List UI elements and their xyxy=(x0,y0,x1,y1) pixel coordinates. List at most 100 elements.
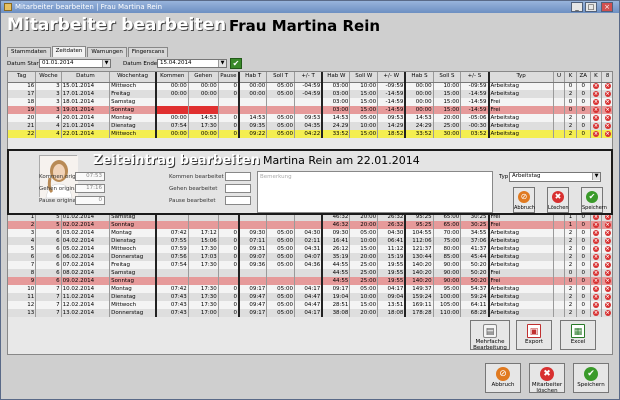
row-delete-button[interactable]: × xyxy=(590,90,603,98)
save-button[interactable]: ✔ Speichern xyxy=(573,363,609,393)
row-delete-button[interactable]: × xyxy=(590,106,603,114)
maximize-button[interactable]: □ xyxy=(585,2,597,12)
export-button[interactable]: ▣ Export xyxy=(516,320,552,350)
row-delete-button[interactable]: × xyxy=(590,245,603,253)
tab-stammdaten[interactable]: Stammdaten xyxy=(7,47,51,57)
row-delete-button[interactable]: × xyxy=(590,98,603,106)
row-delete-button[interactable]: × xyxy=(590,277,603,285)
delete-employee-button[interactable]: ✖ Mitarbeiter löschen xyxy=(529,363,565,394)
row-remove-button[interactable]: × xyxy=(601,229,612,237)
row-remove-button[interactable]: × xyxy=(601,90,612,98)
row-remove-button[interactable]: × xyxy=(601,82,612,90)
row-remove-button[interactable]: × xyxy=(601,221,612,229)
table-row[interactable]: 5 6 05.02.2014 Mittwoch 07:59 17:30 0 09:31 05:0… xyxy=(8,245,612,253)
row-delete-button[interactable]: × xyxy=(590,82,603,90)
table-row[interactable]: 21 4 21.01.2014 Dienstag 07:54 17:30 0 09:35 05:… xyxy=(8,122,612,130)
column-header[interactable]: Hab W xyxy=(321,72,351,83)
pause-edit-field[interactable] xyxy=(225,196,251,205)
note-textarea[interactable]: Bemerkung xyxy=(257,171,493,213)
column-header[interactable]: +/- S xyxy=(460,72,490,83)
row-delete-button[interactable]: × xyxy=(590,261,603,269)
row-delete-button[interactable]: × xyxy=(590,237,603,245)
row-delete-button[interactable]: × xyxy=(590,293,603,301)
column-header[interactable]: Soll T xyxy=(266,72,295,83)
editor-delete-button[interactable]: ✖ Löschen xyxy=(547,187,569,213)
table-row[interactable]: 20 4 20.01.2014 Montag 00:00 14:53 0 14:53 05:00… xyxy=(8,114,612,122)
editor-cancel-button[interactable]: ⊘ Abbruch xyxy=(513,187,535,213)
column-header[interactable]: Soll S xyxy=(433,72,462,83)
row-delete-button[interactable]: × xyxy=(590,114,603,122)
table-row[interactable]: 17 3 17.01.2014 Freitag 00:00 00:00 0 00:00 05:0… xyxy=(8,90,612,98)
column-header[interactable]: Kommen xyxy=(154,72,189,83)
table-row[interactable]: 12 7 12.02.2014 Mittwoch 07:43 17:30 0 09:47 05:… xyxy=(8,301,612,309)
table-row[interactable]: 8 6 08.02.2014 Samstag 44:55 25:00 19:55 140:20… xyxy=(8,269,612,277)
column-header[interactable]: ZA xyxy=(576,72,591,83)
row-remove-button[interactable]: × xyxy=(601,130,612,138)
row-delete-button[interactable]: × xyxy=(590,301,603,309)
column-header[interactable]: K xyxy=(564,72,577,83)
row-remove-button[interactable]: × xyxy=(601,277,612,285)
column-header[interactable]: Typ xyxy=(487,72,554,83)
row-remove-button[interactable]: × xyxy=(601,253,612,261)
table-row[interactable]: 3 6 03.02.2014 Montag 07:42 17:12 0 09:30 05:00 0… xyxy=(8,229,612,237)
table-row[interactable]: 4 6 04.02.2014 Dienstag 07:55 15:06 0 07:11 05:0… xyxy=(8,237,612,245)
row-remove-button[interactable]: × xyxy=(601,293,612,301)
table-row[interactable]: 6 6 06.02.2014 Donnerstag 07:56 17:03 0 09:07 05… xyxy=(8,253,612,261)
row-remove-button[interactable]: × xyxy=(601,122,612,130)
tab-warnungen[interactable]: Warnungen xyxy=(87,47,127,57)
row-delete-button[interactable]: × xyxy=(590,122,603,130)
column-header[interactable]: Hab T xyxy=(238,72,268,83)
editor-save-button[interactable]: ✔ Speichern xyxy=(581,187,607,213)
cancel-button[interactable]: ⊘ Abbruch xyxy=(485,363,521,393)
row-delete-button[interactable]: × xyxy=(590,229,603,237)
row-delete-button[interactable]: × xyxy=(590,253,603,261)
column-header[interactable]: Tag xyxy=(8,72,37,83)
row-delete-button[interactable]: × xyxy=(590,221,603,229)
column-header[interactable]: 8 xyxy=(601,72,612,83)
row-delete-button[interactable]: × xyxy=(590,309,603,317)
row-remove-button[interactable]: × xyxy=(601,114,612,122)
table-row[interactable]: 22 4 22.01.2014 Mittwoch 00:00 00:00 0 09:22 05:… xyxy=(8,130,612,138)
row-remove-button[interactable]: × xyxy=(601,261,612,269)
table-row[interactable]: 9 6 09.02.2014 Sonntag 44:55 25:00 19:55 140:20… xyxy=(8,277,612,285)
column-header[interactable]: Wochentag xyxy=(109,72,157,83)
column-header[interactable]: U xyxy=(553,72,566,83)
row-delete-button[interactable]: × xyxy=(590,285,603,293)
tab-fingerscans[interactable]: Fingerscans xyxy=(127,47,169,57)
table-row[interactable]: 11 7 11.02.2014 Dienstag 07:43 17:30 0 09:47 05:… xyxy=(8,293,612,301)
table-row[interactable]: 10 7 10.02.2014 Montag 07:42 17:30 0 09:17 05:00… xyxy=(8,285,612,293)
apply-filter-button[interactable]: ✔ xyxy=(230,58,242,69)
column-header[interactable]: Woche xyxy=(35,72,62,83)
kommen-edit-field[interactable] xyxy=(225,172,251,181)
gehen-edit-field[interactable] xyxy=(225,184,251,193)
table-row[interactable]: 18 3 18.01.2014 Samstag 03:00 15:00 -14:59 00:0… xyxy=(8,98,612,106)
column-header[interactable]: +/- W xyxy=(377,72,406,83)
row-remove-button[interactable]: × xyxy=(601,106,612,114)
table-row[interactable]: 13 7 13.02.2014 Donnerstag 07:43 17:00 0 09:17 0… xyxy=(8,309,612,317)
row-remove-button[interactable]: × xyxy=(601,301,612,309)
row-delete-button[interactable]: × xyxy=(590,269,603,277)
row-remove-button[interactable]: × xyxy=(601,98,612,106)
row-remove-button[interactable]: × xyxy=(601,285,612,293)
table-row[interactable]: 19 3 19.01.2014 Sonntag 03:00 15:00 -14:59 00:0… xyxy=(8,106,612,114)
minimize-button[interactable]: _ xyxy=(571,2,583,12)
row-remove-button[interactable]: × xyxy=(601,237,612,245)
column-header[interactable]: Gehen xyxy=(188,72,219,83)
table-row[interactable]: 7 6 07.02.2014 Freitag 07:54 17:30 0 09:36 05:00… xyxy=(8,261,612,269)
column-header[interactable]: K xyxy=(590,72,603,83)
excel-button[interactable]: ▦ Excel xyxy=(560,320,596,350)
table-row[interactable]: 2 5 02.02.2014 Sonntag 46:32 20:00 26:32 95:25 6… xyxy=(8,221,612,229)
column-header[interactable]: +/- T xyxy=(294,72,323,83)
table-row[interactable]: 16 3 15.01.2014 Mittwoch 00:00 00:00 0 00:00 05:… xyxy=(8,82,612,90)
column-header[interactable]: Datum xyxy=(61,72,111,83)
row-remove-button[interactable]: × xyxy=(601,269,612,277)
close-button[interactable]: × xyxy=(601,2,613,12)
end-date-picker[interactable]: 15.04.2014 ▼ xyxy=(157,59,227,68)
column-header[interactable]: Soll W xyxy=(349,72,379,83)
column-header[interactable]: Hab S xyxy=(404,72,434,83)
type-select[interactable]: Arbeitstag ▼ xyxy=(509,172,601,182)
row-delete-button[interactable]: × xyxy=(590,130,603,138)
row-remove-button[interactable]: × xyxy=(601,309,612,317)
column-header[interactable]: Pause xyxy=(218,72,240,83)
tab-zeitdaten[interactable]: Zeitdaten xyxy=(51,46,87,57)
